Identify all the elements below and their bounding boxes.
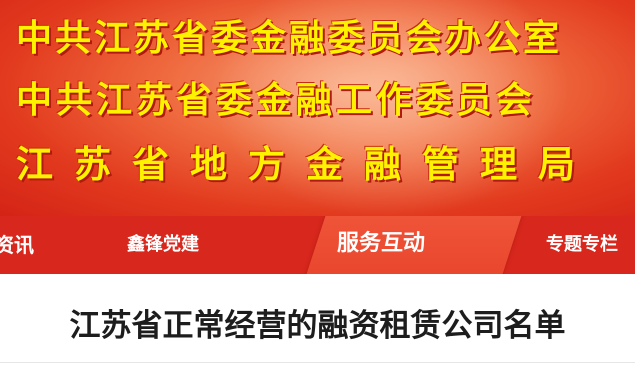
article-header: 江苏省正常经营的融资租赁公司名单 (0, 274, 635, 365)
nav-item-zixun[interactable]: 资讯 (0, 216, 34, 274)
nav-item-service-interaction[interactable]: 服务互动 (337, 216, 425, 274)
header-banner: 中共江苏省委金融委员会办公室 中共江苏省委金融工作委员会 江苏省地方金融管理局 (0, 0, 635, 216)
page-title: 江苏省正常经营的融资租赁公司名单 (69, 308, 566, 344)
banner-title-line-3: 江苏省地方金融管理局 (16, 142, 596, 186)
banner-title-line-1: 中共江苏省委金融委员会办公室 (16, 17, 563, 59)
nav-item-party-building[interactable]: 鑫锋党建 (127, 216, 199, 274)
main-nav: 资讯 鑫锋党建 服务互动 专题专栏 (0, 216, 635, 274)
nav-item-special-topics[interactable]: 专题专栏 (546, 216, 618, 274)
banner-title-line-2: 中共江苏省委金融工作委员会 (16, 79, 537, 121)
title-divider (0, 362, 635, 363)
